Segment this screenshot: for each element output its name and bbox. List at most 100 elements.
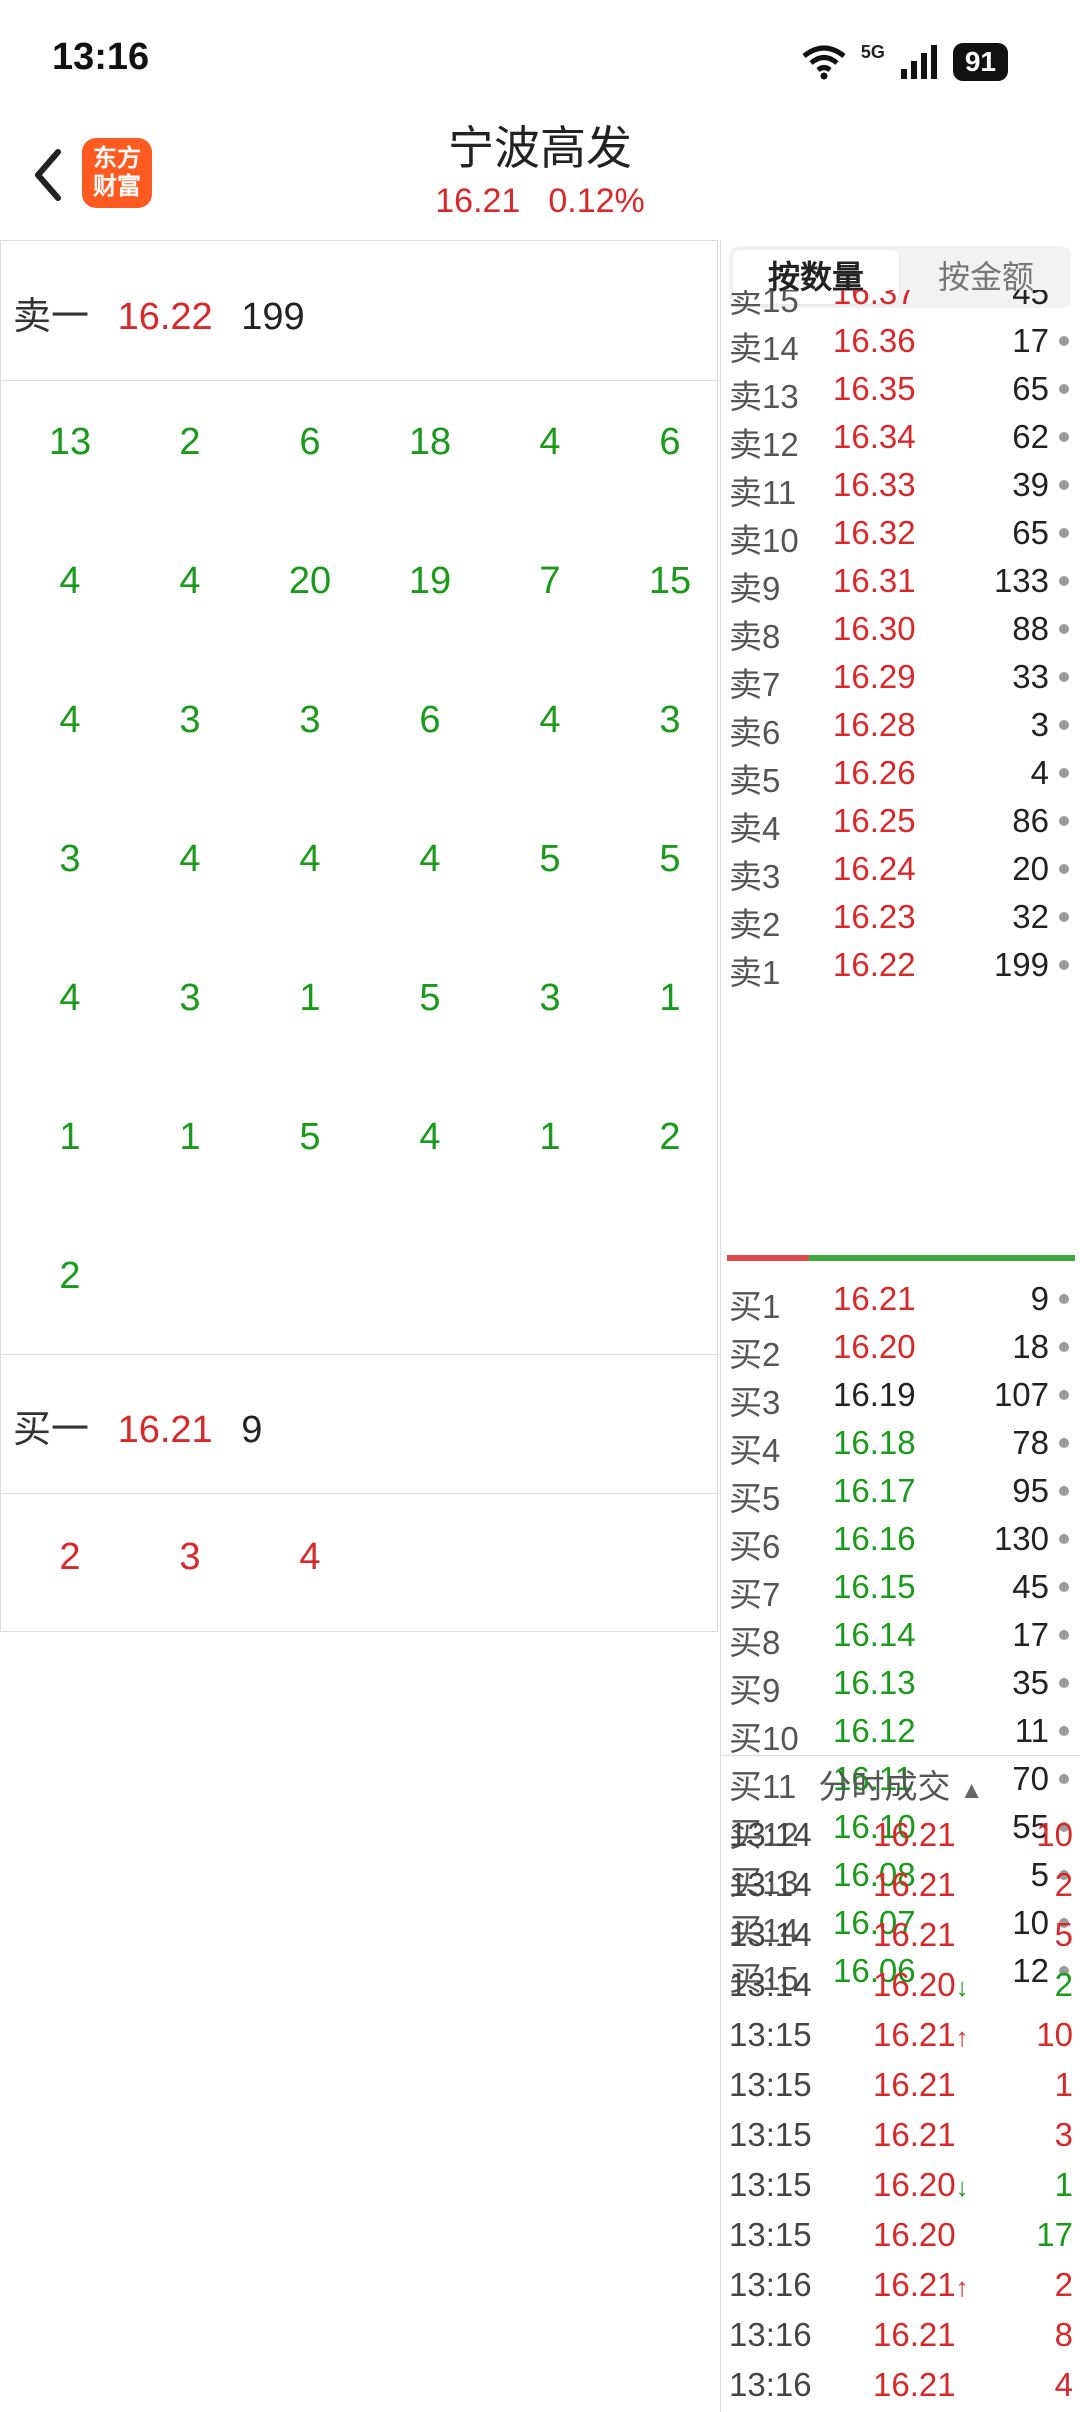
level-label: 买7 [729,1576,781,1613]
trade-time: 13:16 [729,2366,812,2403]
queue-order: 3 [59,838,81,880]
queue-order: 19 [408,560,452,602]
dot-icon [1059,576,1069,586]
ask-row[interactable]: 卖11 16.33 39 [721,460,1080,511]
ask-row[interactable]: 卖8 16.30 88 [721,604,1080,655]
level-label: 买3 [729,1384,781,1421]
level-volume: 17 [1012,1616,1049,1653]
trade-price-value: 16.20 [873,2216,956,2253]
buy1-volume: 9 [241,1409,263,1451]
bid-row[interactable]: 买3 16.19 107 [721,1370,1080,1421]
dot-icon [1059,1342,1069,1352]
dot-icon [1059,1294,1069,1304]
page-title: 宁波高发 [448,122,632,174]
level-price: 16.14 [833,1616,916,1653]
level-price: 16.25 [833,802,916,839]
level-volume: 88 [1012,610,1049,647]
ask-row[interactable]: 卖2 16.23 32 [721,892,1080,943]
queue-order: 3 [179,1536,201,1578]
bid-row[interactable]: 买9 16.13 35 [721,1658,1080,1709]
bid-row[interactable]: 买10 16.12 11 [721,1706,1080,1757]
level-label: 卖6 [729,714,781,751]
ask-row[interactable]: 卖3 16.24 20 [721,844,1080,895]
level-volume: 4 [1030,754,1049,791]
level-volume: 65 [1012,370,1049,407]
level-volume: 35 [1012,1664,1049,1701]
level-price: 16.30 [833,610,916,647]
trade-time: 13:14 [729,1866,812,1903]
ask-row[interactable]: 卖14 16.36 17 [721,316,1080,367]
trade-price: 16.21 [873,2116,956,2154]
ask-row[interactable]: 卖7 16.29 33 [721,652,1080,703]
queue-order: 6 [299,421,321,463]
trade-volume: 8 [1054,2316,1073,2353]
arrow-down-icon: ↓ [955,2172,969,2202]
trade-price-value: 16.21 [873,2016,956,2053]
trade-row: 13:14 16.21 10 [721,1810,1080,1860]
ask-row[interactable]: 卖10 16.32 65 [721,508,1080,559]
ask-volume-bar [727,1255,809,1261]
ask-row[interactable]: 卖4 16.25 86 [721,796,1080,847]
level-volume: 18 [1012,1328,1049,1365]
level-volume: 95 [1012,1472,1049,1509]
level-volume: 17 [1012,322,1049,359]
bid-row[interactable]: 买7 16.15 45 [721,1562,1080,1613]
trade-volume: 5 [1054,1916,1073,1953]
level-price: 16.33 [833,466,916,503]
divider [1,1354,719,1355]
current-price: 16.21 [435,182,521,220]
bid-row[interactable]: 买8 16.14 17 [721,1610,1080,1661]
buy1-row: 买一 16.21 9 [13,1398,262,1453]
level-price: 16.29 [833,658,916,695]
queue-order: 6 [659,421,681,463]
level-price: 16.16 [833,1520,916,1557]
bid-row[interactable]: 买6 16.16 130 [721,1514,1080,1565]
level-price: 16.26 [833,754,916,791]
ask-row[interactable]: 卖6 16.28 3 [721,700,1080,751]
queue-order: 3 [179,699,201,741]
queue-order: 2 [59,1255,81,1297]
queue-order: 4 [179,560,201,602]
trade-time: 13:14 [729,1966,812,2003]
queue-order: 4 [539,421,561,463]
queue-order: 2 [659,1116,681,1158]
bid-row[interactable]: 买5 16.17 95 [721,1466,1080,1517]
level-volume: 33 [1012,658,1049,695]
level-price: 16.23 [833,898,916,935]
bid-row[interactable]: 买2 16.20 18 [721,1322,1080,1373]
level-price: 16.31 [833,562,916,599]
trade-price-value: 16.21 [873,2316,956,2353]
level-volume: 32 [1012,898,1049,935]
trade-price: 16.21↑ [873,2266,969,2304]
ask-row[interactable]: 卖1 16.22 199 [721,940,1080,991]
ask-row[interactable]: 卖5 16.26 4 [721,748,1080,799]
trade-row: 13:16 16.21 8 [721,2310,1080,2360]
trade-volume: 1 [1054,2166,1073,2203]
bid-row[interactable]: 买4 16.18 78 [721,1418,1080,1469]
bid-row[interactable]: 买1 16.21 9 [721,1274,1080,1325]
level-price: 16.20 [833,1328,916,1365]
trade-price: 16.21 [873,2316,956,2354]
arrow-down-icon: ↓ [955,1972,969,2002]
trade-volume: 10 [1036,2016,1073,2053]
level-label: 卖12 [729,426,799,463]
queue-order: 5 [419,977,441,1019]
dot-icon [1059,1726,1069,1736]
trades-section-header[interactable]: 分时成交 ▲ [721,1760,1080,1808]
trade-time: 13:15 [729,2016,812,2053]
ask-row[interactable]: 卖9 16.31 133 [721,556,1080,607]
queue-order: 4 [539,699,561,741]
trades-title: 分时成交 [818,1768,951,1805]
level-label: 卖10 [729,522,799,559]
queue-order: 18 [408,421,452,463]
queue-order: 3 [299,699,321,741]
ask-row[interactable]: 卖13 16.35 65 [721,364,1080,415]
sell1-label: 卖一 [13,296,90,338]
queue-order: 1 [59,1116,81,1158]
level-volume: 9 [1030,1280,1049,1317]
ask-row[interactable]: 卖12 16.34 62 [721,412,1080,463]
dot-icon [1059,432,1069,442]
trade-price-value: 16.21 [873,2366,956,2403]
queue-order: 5 [299,1116,321,1158]
queue-order: 1 [299,977,321,1019]
